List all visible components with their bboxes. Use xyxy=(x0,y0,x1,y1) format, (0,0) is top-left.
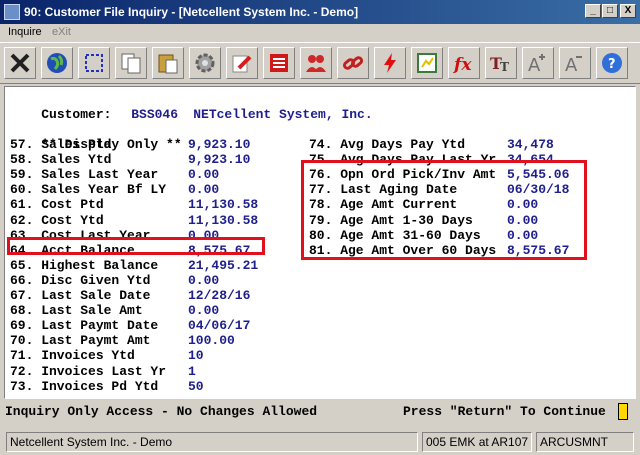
font-increase-tool-button[interactable]: A xyxy=(522,47,554,79)
copy-tool-button[interactable] xyxy=(115,47,147,79)
font-increase-icon: A xyxy=(528,54,545,75)
field-value: 50 xyxy=(188,378,204,394)
paste-tool-button[interactable] xyxy=(152,47,184,79)
highlight-aging-box xyxy=(301,160,587,260)
svg-text:?: ? xyxy=(608,57,616,72)
customer-name: NETcellent System, Inc. xyxy=(193,107,373,122)
select-icon xyxy=(85,54,103,72)
toolbar: fx TT A A ? xyxy=(0,42,640,84)
close-icon xyxy=(10,53,30,73)
list-icon xyxy=(270,54,288,72)
field-value: 0.00 xyxy=(188,167,220,183)
field-value: 0.00 xyxy=(188,272,220,288)
field-label: 69. Last Paymt Date xyxy=(10,318,159,334)
field-value: 100.00 xyxy=(188,333,235,349)
highlight-acct-balance xyxy=(7,237,265,255)
field-value: 11,130.58 xyxy=(188,197,259,213)
field-label: 73. Invoices Pd Ytd xyxy=(10,378,159,394)
font-decrease-icon: A xyxy=(565,55,582,75)
function-tool-button[interactable]: fx xyxy=(448,47,480,79)
function-icon: fx xyxy=(453,55,472,75)
status-terminal: 005 EMK at AR107 xyxy=(422,432,532,452)
menu-bar: Inquire eXit xyxy=(0,24,640,42)
field-label: 72. Invoices Last Yr xyxy=(10,363,167,379)
status-company: Netcellent System Inc. - Demo xyxy=(6,432,418,452)
inquiry-screen: Customer: BSS046 NETcellent System, Inc.… xyxy=(4,86,636,399)
select-tool-button[interactable] xyxy=(78,47,110,79)
field-value: 9,923.10 xyxy=(188,137,251,152)
field-label: 61. Cost Ptd xyxy=(10,197,104,213)
menu-inquire[interactable]: Inquire xyxy=(8,26,42,38)
edit-tool-button[interactable] xyxy=(226,47,258,79)
app-icon xyxy=(4,4,20,20)
font-size-icon: TT xyxy=(490,54,509,74)
font-size-tool-button[interactable]: TT xyxy=(485,47,517,79)
field-value: 0.00 xyxy=(188,303,220,319)
list-tool-button[interactable] xyxy=(263,47,295,79)
lightning-icon xyxy=(384,53,396,73)
chart-icon xyxy=(417,53,437,73)
paste-icon xyxy=(158,54,178,74)
field-value: 1 xyxy=(188,363,196,379)
field-value: 9,923.10 xyxy=(188,152,251,168)
continue-prompt: Press "Return" To Continue xyxy=(403,404,606,419)
field-label: 65. Highest Balance xyxy=(10,257,159,273)
svg-text:T: T xyxy=(500,60,509,74)
chart-tool-button[interactable] xyxy=(411,47,443,79)
field-label: 58. Sales Ytd xyxy=(10,152,112,168)
field-value: 11,130.58 xyxy=(188,212,259,228)
field-label: 66. Disc Given Ytd xyxy=(10,272,151,288)
close-tool-button[interactable] xyxy=(4,47,36,79)
field-label: 71. Invoices Ytd xyxy=(10,348,135,364)
window-title: 90: Customer File Inquiry - [Netcellent … xyxy=(24,5,359,19)
field-label: 60. Sales Year Bf LY xyxy=(10,182,167,198)
edit-icon xyxy=(232,55,252,73)
field-value: 34,478 xyxy=(507,137,554,152)
field-value: 04/06/17 xyxy=(188,318,251,334)
link-tool-button[interactable] xyxy=(337,47,369,79)
settings-tool-button[interactable] xyxy=(189,47,221,79)
message-line: Inquiry Only Access - No Changes Allowed… xyxy=(0,400,640,426)
field-value: 21,495.21 xyxy=(188,257,259,273)
help-tool-button[interactable]: ? xyxy=(596,47,628,79)
globe-tool-button[interactable] xyxy=(41,47,73,79)
field-label: 57. Sales Ptd xyxy=(10,137,112,152)
field-value: 0.00 xyxy=(188,182,220,198)
link-icon xyxy=(342,56,364,70)
maximize-button[interactable]: □ xyxy=(602,4,618,18)
users-icon xyxy=(306,55,326,72)
field-label: 70. Last Paymt Amt xyxy=(10,333,151,349)
help-icon: ? xyxy=(602,53,622,73)
field-label: 59. Sales Last Year xyxy=(10,167,159,183)
lightning-tool-button[interactable] xyxy=(374,47,406,79)
status-bar: Netcellent System Inc. - Demo 005 EMK at… xyxy=(0,428,640,455)
title-bar: 90: Customer File Inquiry - [Netcellent … xyxy=(0,0,640,24)
field-label: 68. Last Sale Amt xyxy=(10,303,143,319)
menu-exit[interactable]: eXit xyxy=(52,26,71,38)
font-decrease-tool-button[interactable]: A xyxy=(559,47,591,79)
status-program: ARCUSMNT xyxy=(536,432,634,452)
field-label: 62. Cost Ytd xyxy=(10,212,104,228)
copy-icon xyxy=(121,53,141,74)
users-tool-button[interactable] xyxy=(300,47,332,79)
svg-text:fx: fx xyxy=(453,55,472,75)
access-message: Inquiry Only Access - No Changes Allowed xyxy=(5,404,318,419)
close-button[interactable]: X xyxy=(620,4,636,18)
minimize-button[interactable]: _ xyxy=(585,4,601,18)
field-label: 74. Avg Days Pay Ytd xyxy=(309,137,466,152)
field-label: 67. Last Sale Date xyxy=(10,288,151,303)
field-value: 12/28/16 xyxy=(188,288,251,303)
globe-icon xyxy=(47,53,67,73)
settings-icon xyxy=(195,53,215,73)
field-value: 10 xyxy=(188,348,204,364)
input-cursor[interactable] xyxy=(618,403,628,420)
